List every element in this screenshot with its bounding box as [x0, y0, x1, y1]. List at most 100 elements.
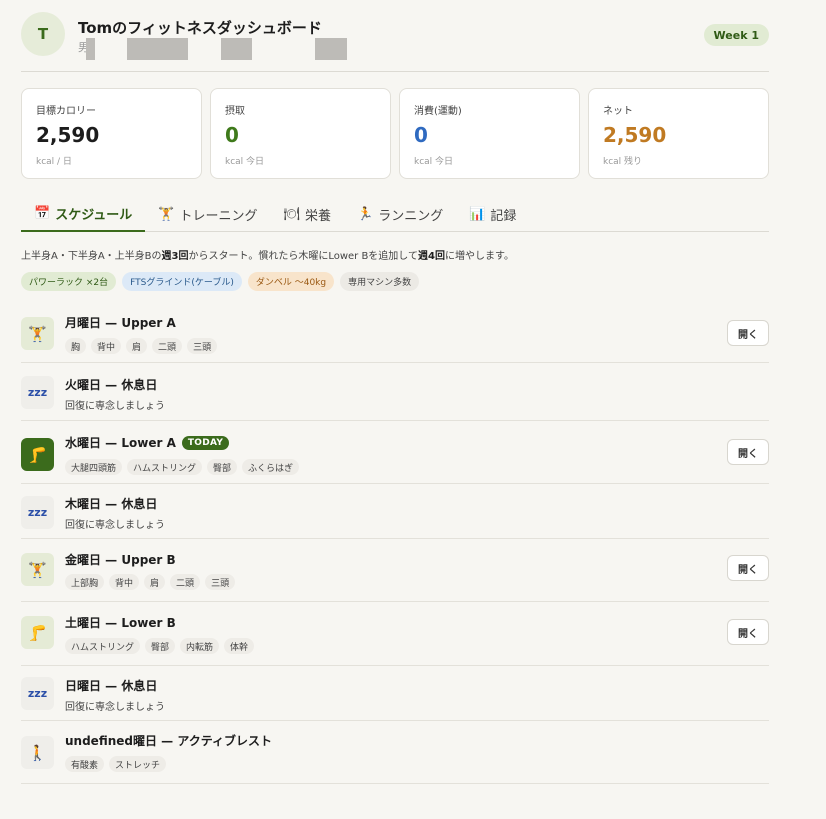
weightlifter-icon: 🏋: [158, 206, 175, 222]
day-title: 火曜日 — 休息日: [65, 376, 157, 393]
stat-card-net: ネット 2,590 kcal 残り: [588, 88, 769, 179]
tab-label: トレーニング: [179, 208, 258, 224]
tab-training[interactable]: 🏋 トレーニング: [145, 196, 270, 232]
tab-bar: 📅 スケジュール 🏋 トレーニング 🍽 栄養 🏃 ランニング 📊 記録: [21, 196, 769, 232]
day-title-text: 水曜日 — Lower A: [65, 436, 176, 450]
rest-message: 回復に専念しましょう: [65, 401, 165, 412]
muscle-tag: 背中: [109, 574, 140, 590]
day-title: 水曜日 — Lower A TODAY: [65, 434, 230, 451]
walking-icon: 🚶: [21, 736, 54, 769]
header: T Tomのフィットネスダッシュボード 男 Week 1: [21, 12, 769, 72]
muscle-tag: 内転筋: [180, 638, 220, 654]
open-button[interactable]: 開く: [727, 619, 769, 645]
day-title: 月曜日 — Upper A: [65, 314, 176, 331]
schedule-row-friday: 🏋 金曜日 — Upper B 上部胸 背中 肩 二頭 三頭 開く: [21, 539, 769, 602]
equipment-chip: FTSグラインド(ケーブル): [122, 272, 242, 291]
stats-row: 目標カロリー 2,590 kcal / 日 摂取 0 kcal 今日 消費(運動…: [21, 88, 769, 179]
muscle-tags: 上部胸 背中 肩 二頭 三頭: [65, 574, 236, 590]
stat-unit: kcal 今日: [414, 157, 454, 167]
intro-emphasis: 週4回: [418, 251, 445, 262]
stat-label: 摂取: [225, 106, 245, 117]
day-title-text: 火曜日 — 休息日: [65, 378, 158, 392]
calendar-icon: 📅: [34, 205, 51, 221]
open-button[interactable]: 開く: [727, 555, 769, 581]
day-title-text: undefined曜日 — アクティブレスト: [65, 734, 273, 748]
bar-chart-icon: 📊: [469, 206, 486, 222]
stat-card-burned: 消費(運動) 0 kcal 今日: [399, 88, 580, 179]
stat-label: 消費(運動): [414, 106, 462, 117]
schedule-row-sunday: zzz 日曜日 — 休息日 回復に専念しましょう: [21, 666, 769, 721]
schedule-row-tuesday: zzz 火曜日 — 休息日 回復に専念しましょう: [21, 363, 769, 421]
muscle-tags: 有酸素 ストレッチ: [65, 756, 167, 772]
dashboard: T Tomのフィットネスダッシュボード 男 Week 1 目標カロリー 2,59…: [0, 0, 826, 819]
intro-text: からスタート。慣れたら木曜にLower Bを追加して: [188, 251, 419, 262]
stat-unit: kcal / 日: [36, 157, 72, 167]
stat-value: 2,590: [36, 123, 100, 147]
tab-label: スケジュール: [55, 207, 133, 223]
muscle-tag: 胸: [65, 338, 87, 354]
day-title: 金曜日 — Upper B: [65, 551, 176, 568]
rest-message: 回復に専念しましょう: [65, 520, 165, 531]
muscle-tag: 臀部: [207, 459, 238, 475]
muscle-tag: 三頭: [187, 338, 218, 354]
muscle-tag: 背中: [91, 338, 122, 354]
muscle-tag: 二頭: [170, 574, 201, 590]
muscle-tag: 三頭: [205, 574, 236, 590]
muscle-tag: ハムストリング: [65, 638, 141, 654]
stat-unit: kcal 今日: [225, 157, 265, 167]
schedule-row-monday: 🏋 月曜日 — Upper A 胸 背中 肩 二頭 三頭 開く: [21, 300, 769, 363]
tab-label: 栄養: [305, 208, 332, 224]
page-title: Tomのフィットネスダッシュボード: [78, 19, 322, 37]
week-badge: Week 1: [703, 24, 769, 46]
tab-running[interactable]: 🏃 ランニング: [344, 196, 456, 232]
tab-nutrition[interactable]: 🍽 栄養: [270, 196, 344, 232]
equipment-chip: パワーラック ×2台: [21, 272, 117, 291]
day-title: 木曜日 — 休息日: [65, 495, 157, 512]
muscle-tag: 大腿四頭筋: [65, 459, 123, 475]
open-button[interactable]: 開く: [727, 439, 769, 465]
muscle-tags: 大腿四頭筋 ハムストリング 臀部 ふくらはぎ: [65, 459, 300, 475]
intro-text: に増やします。: [444, 251, 514, 262]
redacted-block: [86, 38, 95, 60]
equipment-chip: 専用マシン多数: [340, 272, 420, 291]
muscle-tags: 胸 背中 肩 二頭 三頭: [65, 338, 218, 354]
muscle-tags: ハムストリング 臀部 内転筋 体幹: [65, 638, 255, 654]
muscle-tag: 肩: [126, 338, 148, 354]
sleep-icon: zzz: [21, 496, 54, 529]
intro-text: 上半身A・下半身A・上半身Bの: [21, 251, 162, 262]
day-title: 日曜日 — 休息日: [65, 677, 157, 694]
tab-label: 記録: [490, 208, 517, 224]
day-title: undefined曜日 — アクティブレスト: [65, 732, 272, 749]
stat-value: 2,590: [603, 123, 667, 147]
rest-message: 回復に専念しましょう: [65, 702, 165, 713]
stat-card-intake: 摂取 0 kcal 今日: [210, 88, 391, 179]
weightlifter-icon: 🏋: [21, 317, 54, 350]
day-title-text: 日曜日 — 休息日: [65, 679, 158, 693]
sleep-icon: zzz: [21, 376, 54, 409]
open-button[interactable]: 開く: [727, 320, 769, 346]
avatar: T: [21, 12, 65, 56]
redacted-block: [221, 38, 252, 60]
schedule-row-wednesday: 🦵 水曜日 — Lower A TODAY 大腿四頭筋 ハムストリング 臀部 ふく…: [21, 421, 769, 484]
day-title-text: 土曜日 — Lower B: [65, 616, 176, 630]
equipment-list: パワーラック ×2台 FTSグラインド(ケーブル) ダンベル 〜40kg 専用マ…: [21, 272, 420, 291]
stat-value: 0: [414, 123, 428, 147]
schedule-row-active-rest: 🚶 undefined曜日 — アクティブレスト 有酸素 ストレッチ: [21, 721, 769, 784]
runner-icon: 🏃: [357, 206, 374, 222]
day-title-text: 金曜日 — Upper B: [65, 553, 176, 567]
sleep-icon: zzz: [21, 677, 54, 710]
muscle-tag: 臀部: [145, 638, 176, 654]
day-title-text: 木曜日 — 休息日: [65, 497, 158, 511]
stat-label: 目標カロリー: [36, 106, 96, 117]
stat-card-target: 目標カロリー 2,590 kcal / 日: [21, 88, 202, 179]
tab-schedule[interactable]: 📅 スケジュール: [21, 196, 146, 232]
stat-label: ネット: [603, 106, 633, 117]
schedule-intro: 上半身A・下半身A・上半身Bの週3回からスタート。慣れたら木曜にLower Bを…: [21, 247, 514, 262]
muscle-tag: ふくらはぎ: [242, 459, 300, 475]
muscle-tag: 二頭: [152, 338, 183, 354]
schedule-row-saturday: 🦵 土曜日 — Lower B ハムストリング 臀部 内転筋 体幹 開く: [21, 602, 769, 666]
tab-records[interactable]: 📊 記録: [456, 196, 529, 232]
intro-emphasis: 週3回: [161, 251, 189, 262]
leg-icon: 🦵: [21, 616, 54, 649]
leg-icon: 🦵: [21, 438, 54, 471]
